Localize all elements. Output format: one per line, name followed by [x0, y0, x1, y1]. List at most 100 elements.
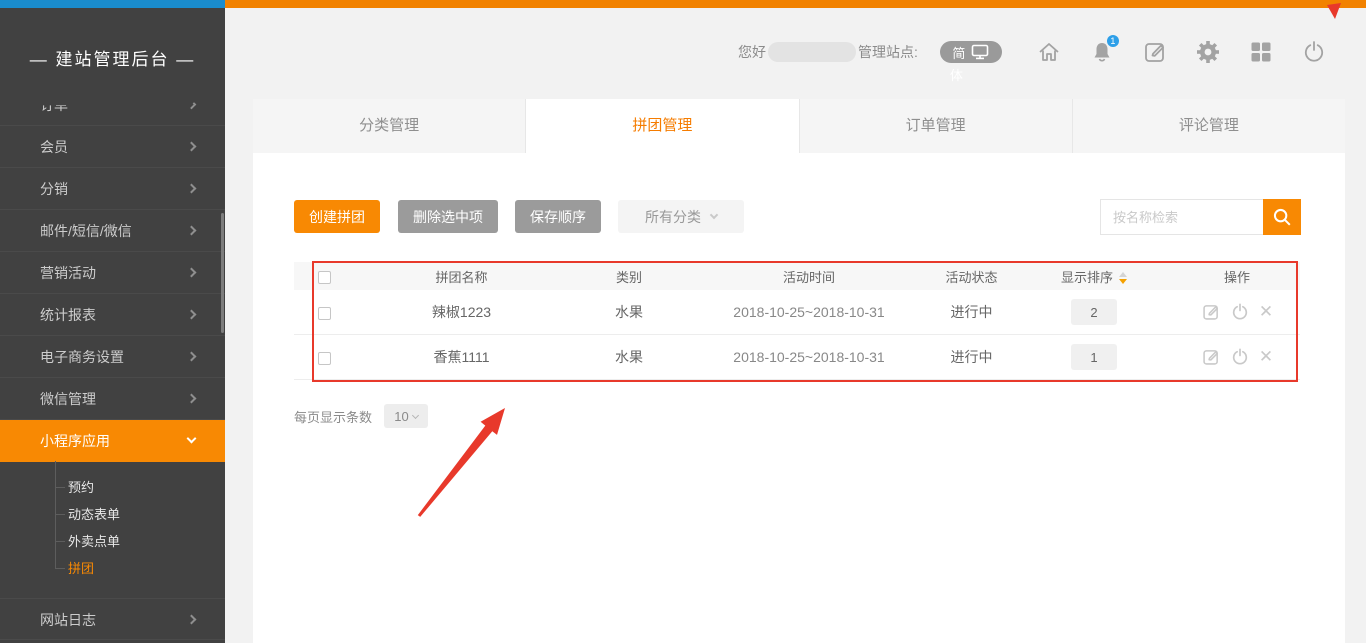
- chevron-down-icon: [412, 411, 419, 418]
- delete-selected-button[interactable]: 删除选中项: [398, 200, 498, 233]
- language-label-overflow: 体: [950, 65, 963, 84]
- sidebar-item-messaging[interactable]: 邮件/短信/微信: [0, 210, 225, 252]
- row-checkbox[interactable]: [318, 307, 331, 320]
- submenu-label: 动态表单: [68, 507, 120, 522]
- col-header-sort: 显示排序: [1014, 267, 1174, 286]
- topbar-blue: [0, 0, 225, 8]
- cell-time: 2018-10-25~2018-10-31: [689, 349, 929, 365]
- search-input[interactable]: [1100, 199, 1263, 235]
- username-redacted: [768, 42, 856, 62]
- top-header: 您好 管理站点: 简 体 1: [225, 8, 1366, 96]
- greeting-text: 您好: [738, 42, 766, 62]
- per-page-dropdown[interactable]: 10: [384, 404, 428, 428]
- chevron-down-icon: [187, 434, 197, 444]
- sidebar-item-members[interactable]: 会员: [0, 126, 225, 168]
- category-filter-dropdown[interactable]: 所有分类: [618, 200, 744, 233]
- tab-bar: 分类管理 拼团管理 订单管理 评论管理: [253, 99, 1345, 153]
- language-label: 简: [952, 43, 965, 62]
- language-switcher[interactable]: 简: [940, 41, 1002, 63]
- sort-down-icon: [1119, 279, 1127, 284]
- chevron-right-icon: [187, 310, 197, 320]
- sidebar-item-label: 电子商务设置: [40, 349, 124, 365]
- sidebar-item-distribution[interactable]: 分销: [0, 168, 225, 210]
- sidebar-item-miniprogram[interactable]: 小程序应用: [0, 420, 225, 462]
- chevron-right-icon: [187, 268, 197, 278]
- cell-category: 水果: [569, 347, 689, 367]
- toolbar: 创建拼团 删除选中项 保存顺序 所有分类: [294, 200, 744, 233]
- table-row: 香蕉1111 水果 2018-10-25~2018-10-31 进行中 ✕: [294, 335, 1300, 380]
- chevron-right-icon: [187, 352, 197, 362]
- tab-order-mgmt[interactable]: 订单管理: [800, 99, 1073, 153]
- per-page-value: 10: [394, 409, 408, 424]
- row-checkbox[interactable]: [318, 352, 331, 365]
- chevron-right-icon: [187, 100, 197, 110]
- sidebar-item-label: 微信管理: [40, 391, 96, 407]
- chevron-down-icon: [710, 211, 718, 219]
- sidebar-item-orders[interactable]: 订单: [0, 84, 225, 126]
- chevron-right-icon: [187, 226, 197, 236]
- col-header-status: 活动状态: [929, 267, 1014, 286]
- save-order-button[interactable]: 保存顺序: [515, 200, 601, 233]
- sidebar-item-marketing[interactable]: 营销活动: [0, 252, 225, 294]
- cell-category: 水果: [569, 302, 689, 322]
- tab-groupbuy-mgmt[interactable]: 拼团管理: [526, 99, 799, 153]
- close-icon[interactable]: ✕: [1259, 302, 1273, 322]
- sidebar-item-ecommerce-settings[interactable]: 电子商务设置: [0, 336, 225, 378]
- edit-icon[interactable]: [1142, 39, 1168, 65]
- select-all-checkbox[interactable]: [318, 271, 331, 284]
- sidebar-subitem-dynamic-form[interactable]: 动态表单: [0, 501, 225, 528]
- sidebar-subitem-groupbuy[interactable]: 拼团: [0, 555, 225, 582]
- grid-icon[interactable]: [1248, 39, 1274, 65]
- topbar-orange: [225, 0, 1366, 8]
- edit-icon[interactable]: [1201, 302, 1221, 322]
- chevron-right-icon: [187, 184, 197, 194]
- monitor-icon: [971, 44, 989, 60]
- sidebar-item-label: 网站日志: [40, 612, 96, 628]
- sidebar-item-wechat[interactable]: 微信管理: [0, 378, 225, 420]
- search-icon: [1271, 206, 1293, 228]
- sidebar-item-label: 会员: [40, 139, 68, 155]
- submenu-label: 拼团: [68, 561, 94, 576]
- search-group: [1100, 199, 1301, 235]
- close-icon[interactable]: ✕: [1259, 347, 1273, 367]
- site-label: 管理站点:: [858, 42, 918, 62]
- home-icon[interactable]: [1036, 39, 1062, 65]
- tab-comment-mgmt[interactable]: 评论管理: [1073, 99, 1345, 153]
- sidebar-item-label: 统计报表: [40, 307, 96, 323]
- sidebar-submenu: 预约 动态表单 外卖点单 拼团: [0, 462, 225, 598]
- edit-icon[interactable]: [1201, 347, 1221, 367]
- sidebar-scrollbar[interactable]: [221, 213, 224, 333]
- sidebar-item-label: 小程序应用: [40, 433, 110, 449]
- cell-status: 进行中: [929, 302, 1014, 322]
- sort-up-icon: [1119, 272, 1127, 277]
- power-icon[interactable]: [1230, 302, 1250, 322]
- sort-toggle[interactable]: [1119, 272, 1127, 284]
- table-header-row: 拼团名称 类别 活动时间 活动状态 显示排序 操作: [294, 262, 1300, 290]
- sidebar-item-reports[interactable]: 统计报表: [0, 294, 225, 336]
- table-row: 辣椒1223 水果 2018-10-25~2018-10-31 进行中 ✕: [294, 290, 1300, 335]
- submenu-label: 外卖点单: [68, 534, 120, 549]
- category-filter-label: 所有分类: [645, 207, 701, 227]
- col-header-ops: 操作: [1174, 267, 1300, 286]
- sidebar-item-label: 邮件/短信/微信: [40, 223, 132, 239]
- power-icon[interactable]: [1301, 39, 1327, 65]
- bell-icon[interactable]: 1: [1089, 39, 1115, 65]
- col-header-category: 类别: [569, 267, 689, 286]
- sidebar-subitem-takeout[interactable]: 外卖点单: [0, 528, 225, 555]
- col-header-time: 活动时间: [689, 267, 929, 286]
- cell-name: 香蕉1111: [354, 347, 569, 367]
- gear-icon[interactable]: [1195, 39, 1221, 65]
- cell-name: 辣椒1223: [354, 302, 569, 322]
- display-order-input[interactable]: [1071, 299, 1117, 325]
- power-icon[interactable]: [1230, 347, 1250, 367]
- create-groupbuy-button[interactable]: 创建拼团: [294, 200, 380, 233]
- groupbuy-table: 拼团名称 类别 活动时间 活动状态 显示排序 操作 辣椒1223 水果 2018…: [294, 262, 1300, 380]
- submenu-label: 预约: [68, 480, 94, 495]
- search-button[interactable]: [1263, 199, 1301, 235]
- sidebar-item-label: 订单: [40, 97, 68, 113]
- display-order-input[interactable]: [1071, 344, 1117, 370]
- sidebar-item-site-logs[interactable]: 网站日志: [0, 598, 225, 640]
- language-switcher-box: 简 体: [940, 41, 1002, 63]
- sidebar-subitem-reservation[interactable]: 预约: [0, 474, 225, 501]
- tab-category-mgmt[interactable]: 分类管理: [253, 99, 526, 153]
